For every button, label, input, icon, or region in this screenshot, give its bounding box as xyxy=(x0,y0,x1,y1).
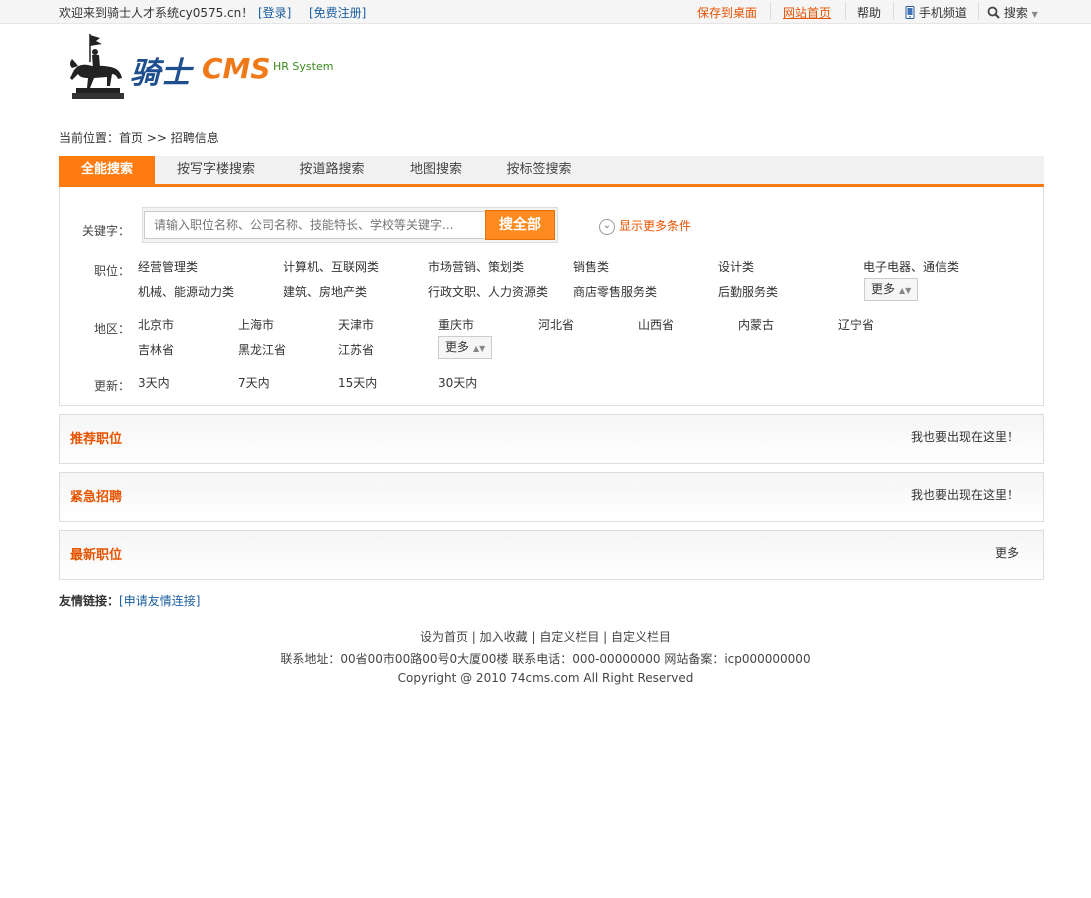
job-category-option[interactable]: 机械、能源动力类 xyxy=(138,283,234,300)
job-category-option[interactable]: 经营管理类 xyxy=(138,258,198,275)
site-logo[interactable]: 骑士 CMS HR System xyxy=(66,32,346,106)
apply-friend-link[interactable]: [申请友情连接] xyxy=(119,594,200,608)
site-home-link[interactable]: 网站首页 xyxy=(783,4,831,21)
area-option[interactable]: 山西省 xyxy=(638,316,674,333)
help-link[interactable]: 帮助 xyxy=(857,4,881,21)
mobile-phone-icon xyxy=(905,6,915,19)
logo-subtitle: HR System xyxy=(273,60,334,73)
job-category-option[interactable]: 设计类 xyxy=(718,258,754,275)
panel-title: 紧急招聘 xyxy=(70,490,123,505)
tab-office-building-search[interactable]: 按写字楼搜索 xyxy=(163,156,269,184)
search-icon xyxy=(987,6,1000,19)
divider xyxy=(893,2,894,20)
mobile-channel-label: 手机频道 xyxy=(918,6,967,20)
area-option[interactable]: 天津市 xyxy=(338,316,374,333)
update-option[interactable]: 15天内 xyxy=(338,374,377,391)
update-label: 更新： xyxy=(94,379,131,393)
appear-here-link[interactable]: 我也要出现在这里！ xyxy=(911,486,1019,503)
area-option[interactable]: 吉林省 xyxy=(138,341,174,358)
job-category-option[interactable]: 行政文职、人力资源类 xyxy=(428,283,548,300)
job-category-option[interactable]: 销售类 xyxy=(573,258,609,275)
more-label: 更多 xyxy=(445,340,470,354)
login-link[interactable]: [登录] xyxy=(258,4,291,21)
area-label: 地区： xyxy=(94,322,131,336)
search-menu[interactable]: 搜索 ▼ xyxy=(987,4,1038,21)
search-menu-label: 搜索 xyxy=(1003,6,1028,20)
more-link[interactable]: 更多 xyxy=(995,544,1019,561)
tab-road-search[interactable]: 按道路搜索 xyxy=(289,156,375,184)
recommended-jobs-panel: 推荐职位 我也要出现在这里！ xyxy=(59,414,1044,464)
panel-title: 最新职位 xyxy=(70,548,123,563)
area-option[interactable]: 江苏省 xyxy=(338,341,374,358)
footer-copyright: Copyright @ 2010 74cms.com All Right Res… xyxy=(397,671,694,685)
area-more-button[interactable]: 更多 ▲▼ xyxy=(438,336,493,359)
search-all-button[interactable]: 搜全部 xyxy=(485,210,555,240)
area-option[interactable]: 北京市 xyxy=(138,316,174,333)
footer-contact: 联系地址：00省00市00路00号0大厦00楼 联系电话：000-0000000… xyxy=(280,652,811,666)
caret-down-icon: ▼ xyxy=(1031,10,1038,19)
area-option[interactable]: 上海市 xyxy=(238,316,274,333)
job-category-option[interactable]: 建筑、房地产类 xyxy=(283,283,367,300)
breadcrumb: 当前位置：首页 >> 招聘信息 xyxy=(59,131,219,145)
save-to-desktop-link[interactable]: 保存到桌面 xyxy=(697,4,757,21)
chevron-down-circle-icon: ⌄ xyxy=(599,218,615,235)
friend-links: 友情链接：[申请友情连接] xyxy=(59,592,200,609)
job-category-option[interactable]: 后勤服务类 xyxy=(718,283,778,300)
welcome-text: 欢迎来到骑士人才系统cy0575.cn！ xyxy=(59,6,254,20)
divider xyxy=(978,2,979,20)
latest-jobs-panel: 最新职位 更多 xyxy=(59,530,1044,580)
search-panel: 关键字： 搜全部 ⌄ 显示更多条件 职位： 经营管理类 计算机、互联网类 市场营销… xyxy=(59,187,1044,406)
keyword-search-bar: 搜全部 xyxy=(142,207,558,243)
area-option[interactable]: 重庆市 xyxy=(438,316,474,333)
area-option[interactable]: 黑龙江省 xyxy=(238,341,286,358)
logo-text-cms: CMS xyxy=(202,52,271,85)
job-category-option[interactable]: 市场营销、策划类 xyxy=(428,258,524,275)
area-option[interactable]: 辽宁省 xyxy=(838,316,874,333)
update-option[interactable]: 3天内 xyxy=(138,374,170,391)
keyword-label: 关键字： xyxy=(82,224,131,238)
job-category-option[interactable]: 商店零售服务类 xyxy=(573,283,657,300)
mobile-channel-link[interactable]: 手机频道 xyxy=(905,4,967,21)
area-option[interactable]: 内蒙古 xyxy=(738,316,774,333)
show-more-conditions-link[interactable]: ⌄ 显示更多条件 xyxy=(599,217,691,235)
appear-here-link[interactable]: 我也要出现在这里！ xyxy=(911,428,1019,445)
search-tabs: 全能搜索 按写字楼搜索 按道路搜索 地图搜索 按标签搜索 xyxy=(59,156,1044,187)
friend-links-label: 友情链接： xyxy=(59,594,120,608)
up-down-arrows-icon: ▲▼ xyxy=(899,286,912,295)
footer-links[interactable]: 设为首页 | 加入收藏 | 自定义栏目 | 自定义栏目 xyxy=(0,628,1091,645)
top-bar: 欢迎来到骑士人才系统cy0575.cn！ [登录] [免费注册] 保存到桌面 网… xyxy=(0,0,1091,24)
divider xyxy=(770,2,771,20)
update-option[interactable]: 7天内 xyxy=(238,374,270,391)
logo-text-cn: 骑士 xyxy=(130,56,192,91)
divider xyxy=(845,2,846,20)
job-category-option[interactable]: 计算机、互联网类 xyxy=(283,258,379,275)
urgent-hiring-panel: 紧急招聘 我也要出现在这里！ xyxy=(59,472,1044,522)
tab-tag-search[interactable]: 按标签搜索 xyxy=(495,156,583,184)
tab-all-search[interactable]: 全能搜索 xyxy=(59,156,155,184)
job-category-option[interactable]: 电子电器、通信类 xyxy=(863,258,959,275)
up-down-arrows-icon: ▲▼ xyxy=(473,344,486,353)
job-category-more-button[interactable]: 更多 ▲▼ xyxy=(864,278,919,301)
more-label: 更多 xyxy=(871,282,896,296)
show-more-conditions-label: 显示更多条件 xyxy=(619,219,692,233)
keyword-search-input[interactable] xyxy=(144,211,486,239)
panel-title: 推荐职位 xyxy=(70,432,123,447)
area-option[interactable]: 河北省 xyxy=(538,316,574,333)
tab-map-search[interactable]: 地图搜索 xyxy=(399,156,473,184)
register-link[interactable]: [免费注册] xyxy=(309,4,366,21)
job-category-label: 职位： xyxy=(94,264,131,278)
knight-horse-logo-icon xyxy=(70,34,124,99)
update-option[interactable]: 30天内 xyxy=(438,374,477,391)
